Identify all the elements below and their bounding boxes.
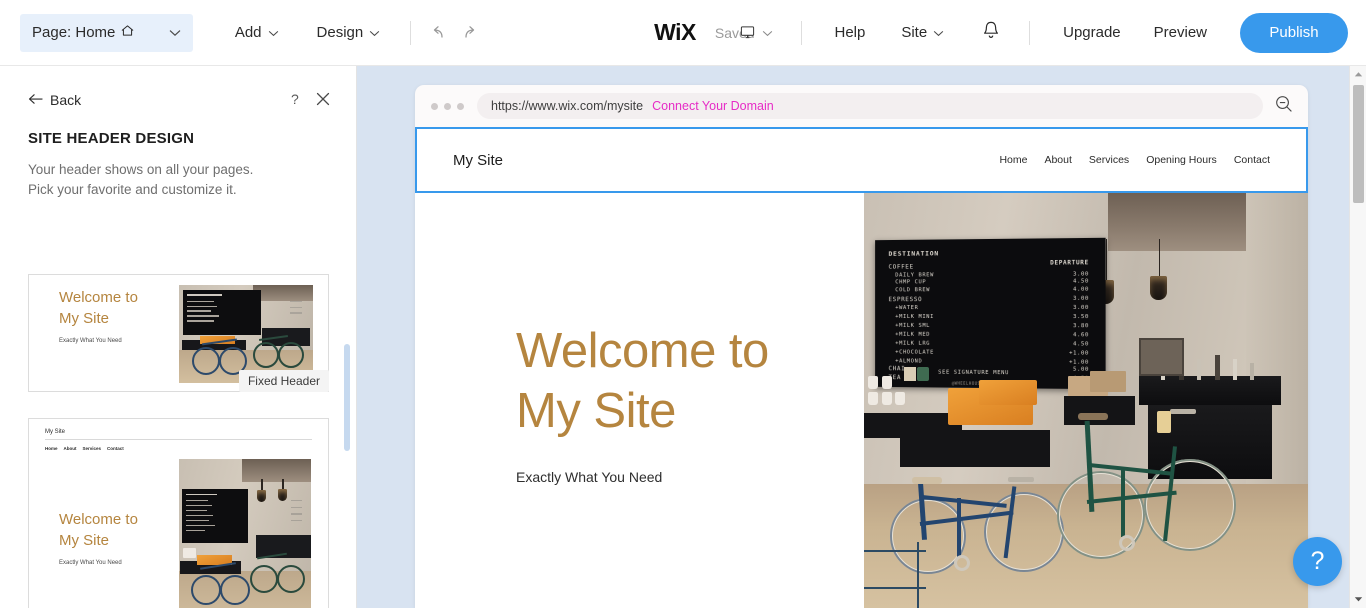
editor-top-toolbar: Page: Home Add Design WiX Saved Help Sit… <box>0 0 1366 66</box>
chevron-down-icon <box>369 24 380 41</box>
panel-scrollbar-track[interactable] <box>344 274 350 608</box>
toolbar-design-menu[interactable]: Design <box>317 24 381 41</box>
panel-scrollbar-thumb[interactable] <box>344 344 350 451</box>
browser-chrome-bar: https://www.wix.com/mysite Connect Your … <box>415 85 1308 127</box>
save-status-dropdown[interactable]: Saved <box>715 24 773 42</box>
option1-thumbnail-photo <box>179 285 313 383</box>
hero-text-block[interactable]: Welcome to My Site Exactly What You Need <box>516 321 846 485</box>
site-navigation-menu: Home About Services Opening Hours Contac… <box>999 154 1270 166</box>
page-selector-label: Page: Home <box>32 24 116 41</box>
panel-header-actions: ? <box>288 91 330 112</box>
site-nav-item-about[interactable]: About <box>1044 154 1071 166</box>
option2-thumbnail-photo <box>179 459 311 608</box>
traffic-dot <box>457 102 464 110</box>
desktop-monitor-icon <box>740 25 755 45</box>
canvas-scrollbar-thumb[interactable] <box>1353 85 1364 203</box>
zoom-out-icon[interactable] <box>1275 95 1292 117</box>
arrow-left-icon <box>28 92 43 108</box>
canvas-vertical-scrollbar[interactable] <box>1349 66 1366 608</box>
back-label: Back <box>50 92 82 108</box>
option2-nav: Home About Services Contact <box>45 446 312 451</box>
traffic-light-dots <box>431 102 464 110</box>
traffic-dot <box>444 102 451 110</box>
undo-redo-group <box>427 22 481 44</box>
option1-hero-subtitle: Exactly What You Need <box>59 338 122 344</box>
option2-hero-title-line2: My Site <box>59 532 110 549</box>
site-header-design-panel: Back ? SITE HEADER DESIGN Your header sh… <box>0 66 357 608</box>
site-logo-text: My Site <box>453 151 504 169</box>
close-icon[interactable] <box>316 92 330 111</box>
home-icon <box>121 24 134 41</box>
site-nav-item-services[interactable]: Services <box>1089 154 1129 166</box>
chevron-down-icon <box>169 24 181 41</box>
option2-nav-item-1: About <box>63 446 77 451</box>
toolbar-divider <box>1029 20 1031 45</box>
chevron-down-icon <box>268 24 279 41</box>
undo-icon[interactable] <box>427 22 449 44</box>
panel-header: Back ? SITE HEADER DESIGN Your header sh… <box>0 66 356 200</box>
header-design-option-1[interactable]: Welcome to My Site Exactly What You Need <box>28 274 329 392</box>
back-button[interactable]: Back <box>28 92 81 108</box>
option2-nav-item-2: Services <box>82 446 102 451</box>
header-design-options-list: Welcome to My Site Exactly What You Need <box>0 274 356 608</box>
option1-hero-title-line1: Welcome to <box>59 289 138 306</box>
cafe-interior-with-bicycles-image[interactable]: DESTINATION DEPARTURE COFFEE DAILY BREW … <box>864 193 1308 608</box>
url-bar[interactable]: https://www.wix.com/mysite Connect Your … <box>477 93 1263 119</box>
site-hero-section: Welcome to My Site Exactly What You Need <box>415 193 1308 608</box>
traffic-dot <box>431 102 438 110</box>
wix-logo[interactable]: WiX <box>654 19 696 46</box>
site-nav-item-opening-hours[interactable]: Opening Hours <box>1146 154 1217 166</box>
site-preview-viewport: My Site Home About Services Opening Hour… <box>415 127 1308 608</box>
site-nav-item-home[interactable]: Home <box>999 154 1027 166</box>
caret-down-icon[interactable] <box>1350 591 1366 608</box>
hero-subtitle: Exactly What You Need <box>516 469 663 485</box>
panel-subtitle-line-1: Your header shows on all your pages. <box>28 162 254 177</box>
page-selector-dropdown[interactable]: Page: Home <box>20 13 193 52</box>
caret-up-icon[interactable] <box>1350 66 1366 83</box>
connect-your-domain-link[interactable]: Connect Your Domain <box>652 99 774 113</box>
preview-label: Preview <box>1153 24 1208 41</box>
toolbar-help-menu[interactable]: Help <box>834 24 865 41</box>
chevron-down-icon <box>762 24 773 42</box>
site-label: Site <box>901 24 928 41</box>
upgrade-button[interactable]: Upgrade <box>1063 24 1121 41</box>
option2-nav-item-3: Contact <box>107 446 124 451</box>
panel-subtitle-line-2: Pick your favorite and customize it. <box>28 182 237 197</box>
toolbar-divider <box>410 20 412 45</box>
site-url-text: https://www.wix.com/mysite <box>491 99 644 113</box>
option2-site-name: My Site <box>45 429 66 435</box>
option1-hero-title-line2: My Site <box>59 310 110 327</box>
help-label: Help <box>834 24 866 41</box>
hero-title-line-2: My Site <box>516 384 676 438</box>
header-design-option-2[interactable]: My Site Home About Services Contact Welc… <box>28 418 329 608</box>
add-label: Add <box>234 24 262 41</box>
page-title: SITE HEADER DESIGN <box>28 130 195 147</box>
question-mark-icon[interactable]: ? <box>288 91 302 112</box>
option2-nav-item-0: Home <box>45 446 58 451</box>
option2-hero-subtitle: Exactly What You Need <box>59 560 122 566</box>
hero-title-line-1: Welcome to <box>516 324 769 378</box>
publish-button[interactable]: Publish <box>1240 12 1348 53</box>
site-preview-browser-frame: https://www.wix.com/mysite Connect Your … <box>415 85 1308 608</box>
toolbar-divider <box>800 20 802 45</box>
option2-hero-title-line1: Welcome to <box>59 511 138 528</box>
toolbar-site-menu[interactable]: Site <box>901 24 944 41</box>
toolbar-add-menu[interactable]: Add <box>235 24 279 41</box>
panel-subtitle: Your header shows on all your pages. Pic… <box>28 160 328 200</box>
svg-text:?: ? <box>291 91 299 107</box>
fixed-header-badge: Fixed Header <box>238 370 329 392</box>
editor-canvas: https://www.wix.com/mysite Connect Your … <box>357 66 1366 608</box>
help-floating-button[interactable]: ? <box>1293 537 1342 586</box>
preview-button[interactable]: Preview <box>1154 24 1207 41</box>
site-header-selected[interactable]: My Site Home About Services Opening Hour… <box>415 127 1308 193</box>
green-bicycle <box>1050 384 1263 592</box>
option2-header-rule <box>45 439 312 440</box>
design-label: Design <box>316 24 364 41</box>
chevron-down-icon <box>933 24 944 41</box>
redo-icon[interactable] <box>459 22 481 44</box>
upgrade-label: Upgrade <box>1063 24 1121 41</box>
bell-icon[interactable] <box>981 20 1001 46</box>
site-nav-item-contact[interactable]: Contact <box>1234 154 1270 166</box>
